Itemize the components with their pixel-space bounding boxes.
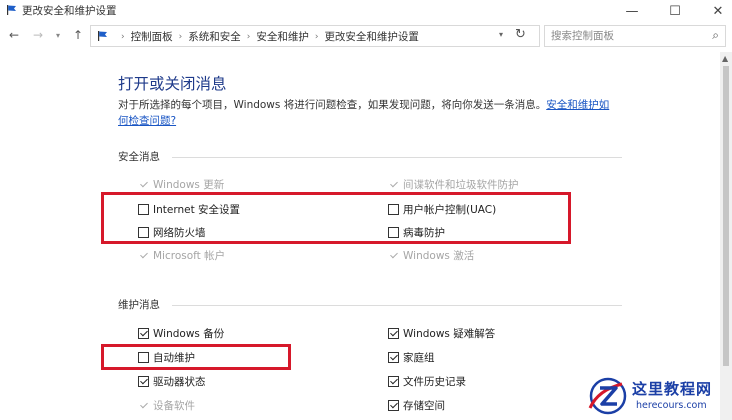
address-bar[interactable]: › 控制面板 › 系统和安全 › 安全和维护 › 更改安全和维护设置 ▾ ↻ — [90, 25, 540, 47]
checkbox[interactable] — [138, 328, 149, 339]
checkbox-drive-status[interactable]: 驱动器状态 — [138, 374, 206, 389]
maintenance-section-label: 维护消息 — [118, 299, 160, 311]
help-link[interactable]: 安全和维护如 — [546, 99, 609, 111]
description-text: 对于所选择的每个项目，Windows 将进行问题检查，如果发现问题，将向你发送一… — [118, 99, 547, 111]
checkbox[interactable] — [138, 400, 149, 411]
checkbox-label: 间谍软件和垃圾软件防护 — [403, 179, 519, 191]
highlight-box-maintenance — [101, 344, 291, 370]
checkbox[interactable] — [138, 376, 149, 387]
minimize-button[interactable]: — — [612, 0, 652, 22]
scrollbar-thumb[interactable] — [723, 66, 729, 366]
checkbox-windows-activation[interactable]: Windows 激活 — [388, 248, 474, 263]
breadcrumb-item[interactable]: 更改安全和维护设置 — [324, 29, 419, 44]
breadcrumb-item[interactable]: 控制面板 — [131, 29, 173, 44]
checkbox[interactable] — [138, 250, 149, 261]
forward-button[interactable]: → — [30, 27, 46, 43]
search-icon[interactable]: ⌕ — [712, 28, 719, 43]
checkbox-windows-update[interactable]: Windows 更新 — [138, 177, 224, 192]
checkbox-label: 设备软件 — [153, 400, 195, 412]
checkbox-label: Windows 激活 — [403, 250, 475, 262]
page-title: 打开或关闭消息 — [118, 75, 227, 93]
watermark-url: herecours.com — [636, 400, 707, 411]
checkbox-file-history[interactable]: 文件历史记录 — [388, 374, 466, 389]
checkbox-label: Windows 更新 — [153, 179, 225, 191]
security-section-label: 安全消息 — [118, 151, 160, 163]
checkbox-label: 家庭组 — [403, 352, 435, 364]
checkbox-label: 驱动器状态 — [153, 376, 206, 388]
checkbox-label: 存储空间 — [403, 400, 445, 412]
scroll-up-icon[interactable]: ▲ — [722, 54, 728, 63]
page-description: 对于所选择的每个项目，Windows 将进行问题检查，如果发现问题，将向你发送一… — [118, 97, 658, 129]
highlight-box-security — [101, 192, 571, 244]
breadcrumb-item[interactable]: 安全和维护 — [256, 29, 309, 44]
search-input[interactable] — [551, 29, 701, 43]
breadcrumb-separator: › — [314, 31, 319, 42]
maximize-button[interactable]: ☐ — [655, 0, 695, 22]
checkbox[interactable] — [388, 250, 399, 261]
window-title: 更改安全和维护设置 — [22, 5, 117, 17]
checkbox[interactable] — [388, 352, 399, 363]
search-box[interactable]: ⌕ — [544, 25, 726, 47]
help-link-continued[interactable]: 何检查问题? — [118, 115, 176, 127]
flag-icon — [98, 31, 107, 41]
checkbox[interactable] — [388, 328, 399, 339]
navigation-bar: ← → ▾ ↑ › 控制面板 › 系统和安全 › 安全和维护 › 更改安全和维护… — [0, 22, 732, 50]
checkbox-microsoft-account[interactable]: Microsoft 帐户 — [138, 248, 225, 263]
chevron-down-icon[interactable]: ▾ — [499, 30, 503, 39]
breadcrumb-separator: › — [246, 31, 251, 42]
breadcrumb: › 控制面板 › 系统和安全 › 安全和维护 › 更改安全和维护设置 — [115, 29, 419, 44]
vertical-scrollbar[interactable]: ▲ — [720, 52, 732, 420]
title-bar: 更改安全和维护设置 — ☐ ✕ — [0, 0, 732, 22]
watermark: 这里教程网 herecours.com — [586, 374, 726, 418]
checkbox-label: Windows 备份 — [153, 328, 225, 340]
breadcrumb-item[interactable]: 系统和安全 — [188, 29, 241, 44]
refresh-button[interactable]: ↻ — [515, 27, 526, 42]
checkbox[interactable] — [388, 400, 399, 411]
checkbox-homegroup[interactable]: 家庭组 — [388, 350, 435, 365]
checkbox-storage-spaces[interactable]: 存储空间 — [388, 398, 445, 413]
checkbox-windows-troubleshooting[interactable]: Windows 疑难解答 — [388, 326, 495, 341]
section-divider — [172, 157, 622, 158]
close-button[interactable]: ✕ — [698, 0, 732, 22]
checkbox[interactable] — [138, 179, 149, 190]
checkbox[interactable] — [388, 179, 399, 190]
recent-locations-button[interactable]: ▾ — [50, 27, 66, 43]
section-divider — [172, 305, 622, 306]
checkbox-device-software[interactable]: 设备软件 — [138, 398, 195, 413]
breadcrumb-separator: › — [121, 31, 125, 42]
site-logo-icon — [588, 377, 627, 415]
breadcrumb-separator: › — [178, 31, 183, 42]
back-button[interactable]: ← — [6, 27, 22, 43]
checkbox-label: Windows 疑难解答 — [403, 328, 496, 340]
checkbox-windows-backup[interactable]: Windows 备份 — [138, 326, 224, 341]
checkbox-label: 文件历史记录 — [403, 376, 466, 388]
up-button[interactable]: ↑ — [70, 27, 86, 43]
flag-icon — [7, 5, 16, 15]
checkbox-label: Microsoft 帐户 — [153, 250, 226, 262]
watermark-title: 这里教程网 — [632, 380, 713, 398]
checkbox[interactable] — [388, 376, 399, 387]
checkbox-spyware-protection[interactable]: 间谍软件和垃圾软件防护 — [388, 177, 519, 192]
